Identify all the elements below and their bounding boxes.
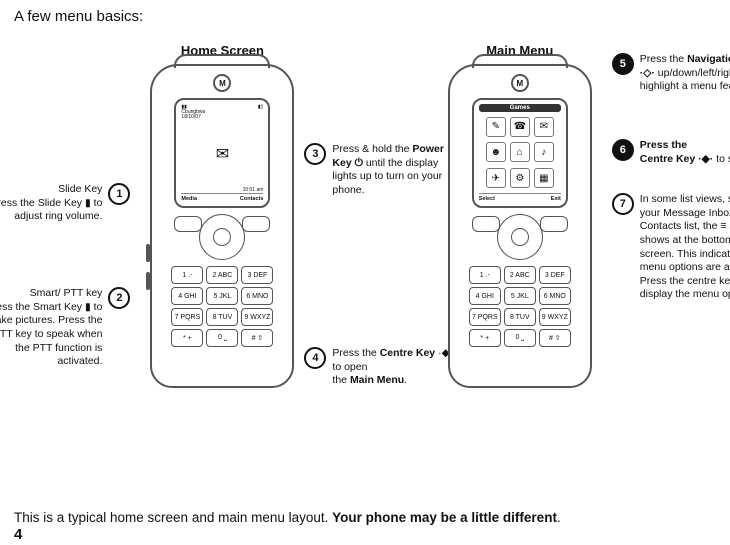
callout-number-3: 3 xyxy=(304,143,326,165)
page-number: 4 xyxy=(14,526,22,543)
callout-1-title: Slide Key xyxy=(0,183,102,197)
key-2[interactable]: 2 ABC xyxy=(504,266,536,284)
key-8[interactable]: 8 TUV xyxy=(206,308,238,326)
key-star[interactable]: * + xyxy=(469,329,501,347)
key-8[interactable]: 8 TUV xyxy=(504,308,536,326)
message-icon: ✉ xyxy=(181,120,263,187)
menu-softkey-exit[interactable]: Exit xyxy=(551,196,561,202)
key-4[interactable]: 4 GHI xyxy=(469,287,501,305)
callout-number-5: 5 xyxy=(612,53,634,75)
key-3[interactable]: 3 DEF xyxy=(241,266,273,284)
key-4[interactable]: 4 GHI xyxy=(171,287,203,305)
callout-number-4: 4 xyxy=(304,347,326,369)
navigation-dpad[interactable] xyxy=(497,214,543,260)
key-7[interactable]: 7 PQRS xyxy=(469,308,501,326)
slide-key[interactable] xyxy=(146,244,150,262)
callout-4-pre: Press the xyxy=(332,347,379,359)
phone-home: M ▮▮ ▮▯ Cbungbwa 18/10/07 ✉ 10:01 am Med… xyxy=(150,64,294,388)
menu-icon[interactable]: ☎ xyxy=(510,117,530,137)
callout-5-pre: Press the xyxy=(640,53,687,65)
key-0[interactable]: 0 ⎵ xyxy=(504,329,536,347)
menu-icon[interactable]: ⚙ xyxy=(510,168,530,188)
key-1[interactable]: 1 .- xyxy=(469,266,501,284)
phone-menu: M Games ✎ ☎ ✉ ☻ ⌂ ♪ ✈ ⚙ ▦ Se xyxy=(448,64,592,388)
key-6[interactable]: 6 MNO xyxy=(539,287,571,305)
menu-icon[interactable]: ☻ xyxy=(486,142,506,162)
left-soft-button[interactable] xyxy=(472,216,500,232)
left-softkey-label[interactable]: Media xyxy=(181,196,197,202)
motorola-logo: M xyxy=(511,74,529,92)
motorola-logo: M xyxy=(213,74,231,92)
navigation-dpad[interactable] xyxy=(199,214,245,260)
callout-4-pre2: the xyxy=(332,374,350,386)
key-9[interactable]: 9 WXYZ xyxy=(539,308,571,326)
key-star[interactable]: * + xyxy=(171,329,203,347)
main-menu-display: Games ✎ ☎ ✉ ☻ ⌂ ♪ ✈ ⚙ ▦ Select Exit xyxy=(472,98,568,208)
menu-icon[interactable]: ♪ xyxy=(534,142,554,162)
callout-7-text: In some list views, such as your Message… xyxy=(640,193,730,302)
callout-6-pre: Press the xyxy=(640,139,730,153)
callout-1-text: Press the Slide Key ▮ to adjust ring vol… xyxy=(0,197,102,224)
callout-4-end: . xyxy=(404,374,407,386)
callout-number-2: 2 xyxy=(108,287,130,309)
menu-header: Games xyxy=(479,104,561,112)
menu-icon[interactable]: ▦ xyxy=(534,168,554,188)
callout-4-bold1: Centre Key xyxy=(380,347,435,359)
key-6[interactable]: 6 MNO xyxy=(241,287,273,305)
key-hash[interactable]: # ⇧ xyxy=(539,329,571,347)
smart-ptt-key[interactable] xyxy=(146,272,150,290)
intro-text: A few menu basics: xyxy=(14,8,716,25)
callout-number-6: 6 xyxy=(612,139,634,161)
menu-icon[interactable]: ⌂ xyxy=(510,142,530,162)
menu-icon[interactable]: ✎ xyxy=(486,117,506,137)
menu-softkey-select[interactable]: Select xyxy=(479,196,495,202)
key-3[interactable]: 3 DEF xyxy=(539,266,571,284)
footer-text: This is a typical home screen and main m… xyxy=(14,510,716,525)
callout-number-1: 1 xyxy=(108,183,130,205)
callout-3-pre: Press & hold the xyxy=(332,143,412,155)
right-soft-button[interactable] xyxy=(540,216,568,232)
key-7[interactable]: 7 PQRS xyxy=(171,308,203,326)
right-softkey-label[interactable]: Contacts xyxy=(240,196,264,202)
key-hash[interactable]: # ⇧ xyxy=(241,329,273,347)
callout-6-post: to select it. xyxy=(716,153,730,165)
home-screen-display: ▮▮ ▮▯ Cbungbwa 18/10/07 ✉ 10:01 am Media… xyxy=(174,98,270,208)
menu-icon[interactable]: ✉ xyxy=(534,117,554,137)
key-5[interactable]: 5 JKL xyxy=(504,287,536,305)
callout-2-text: Press the Smart Key ▮ to take pictures. … xyxy=(0,301,102,369)
right-soft-button[interactable] xyxy=(242,216,270,232)
menu-icon[interactable]: ✈ xyxy=(486,168,506,188)
key-1[interactable]: 1 .- xyxy=(171,266,203,284)
phone-keypad: 1 .- 2 ABC 3 DEF 4 GHI 5 JKL 6 MNO 7 PQR… xyxy=(469,266,571,347)
callout-2-title: Smart/ PTT key xyxy=(0,287,102,301)
left-soft-button[interactable] xyxy=(174,216,202,232)
key-2[interactable]: 2 ABC xyxy=(206,266,238,284)
key-9[interactable]: 9 WXYZ xyxy=(241,308,273,326)
key-0[interactable]: 0 ⎵ xyxy=(206,329,238,347)
callout-4-bold2: Main Menu xyxy=(350,374,404,386)
phone-keypad: 1 .- 2 ABC 3 DEF 4 GHI 5 JKL 6 MNO 7 PQR… xyxy=(171,266,273,347)
key-5[interactable]: 5 JKL xyxy=(206,287,238,305)
callout-number-7: 7 xyxy=(612,193,634,215)
callout-6-bold: Centre Key ·◆· xyxy=(640,153,713,165)
